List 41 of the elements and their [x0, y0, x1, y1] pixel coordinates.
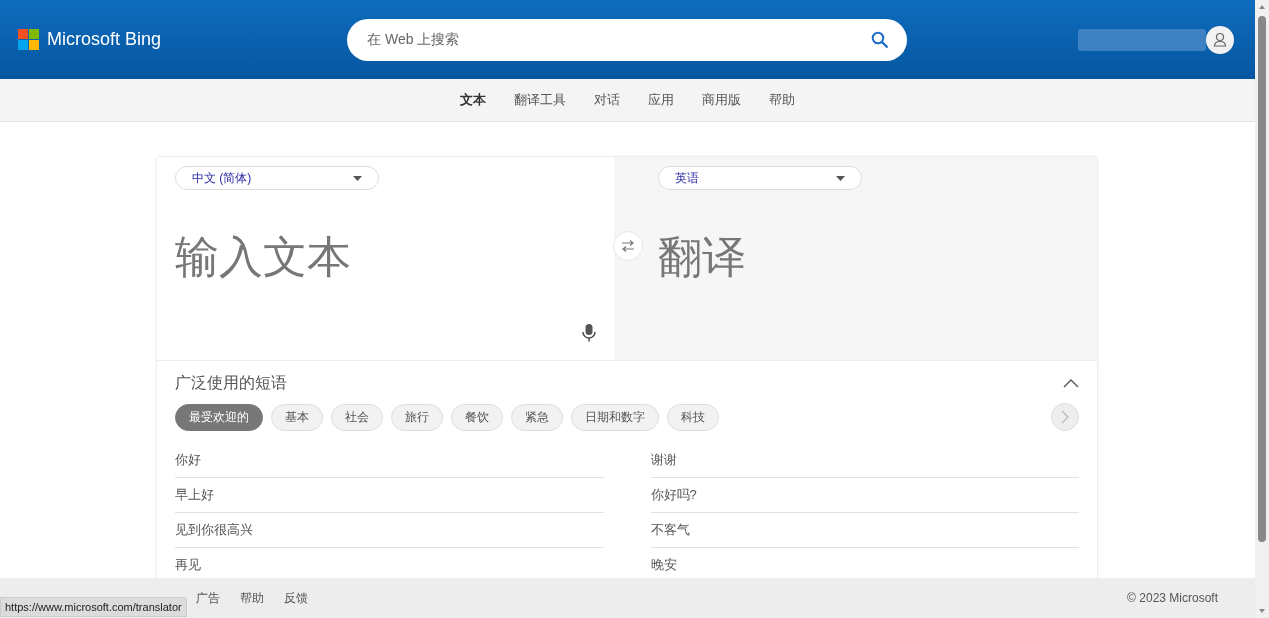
nav-tab[interactable]: 文本: [460, 90, 486, 110]
microphone-icon[interactable]: [582, 324, 596, 342]
category-chip[interactable]: 社会: [331, 403, 383, 431]
logo-icon: [18, 29, 39, 50]
category-chip[interactable]: 科技: [667, 403, 719, 431]
copyright-text: © 2023 Microsoft: [1127, 590, 1218, 607]
footer-link[interactable]: 帮助: [240, 589, 264, 607]
nav-tab[interactable]: 翻译工具: [514, 90, 566, 110]
category-chip[interactable]: 最受欢迎的: [175, 403, 263, 431]
footer-link[interactable]: 反馈: [284, 589, 308, 607]
phrase-link[interactable]: 不客气: [650, 513, 1079, 548]
language-dropdown[interactable]: 中文 (简体): [175, 166, 379, 190]
caret-icon: [353, 175, 362, 181]
language-dropdown[interactable]: 英语: [658, 166, 862, 190]
chevron-right-icon: [1061, 410, 1069, 424]
footer-link[interactable]: 广告: [196, 589, 220, 607]
category-chip[interactable]: 旅行: [391, 403, 443, 431]
phrase-link[interactable]: 谢谢: [650, 443, 1079, 478]
nav-tab[interactable]: 应用: [648, 90, 674, 110]
text-input[interactable]: 输入文本: [175, 224, 575, 290]
swap-icon: [621, 240, 635, 252]
section-title: 广泛使用的短语: [175, 373, 287, 393]
translation-output: 翻译: [658, 231, 747, 283]
search-icon[interactable]: [871, 30, 890, 49]
phrase-link[interactable]: 见到你很高兴: [175, 513, 604, 548]
phrase-link[interactable]: 你好: [175, 443, 604, 478]
search-bar[interactable]: 在 Web 上搜索: [347, 18, 908, 61]
category-chip[interactable]: 紧急: [511, 403, 563, 431]
category-chip[interactable]: 餐饮: [451, 403, 503, 431]
phrase-link[interactable]: 早上好: [175, 478, 604, 513]
brand-name[interactable]: Microsoft Bing: [47, 26, 162, 53]
scrollbar[interactable]: [1255, 0, 1269, 618]
nav-tab[interactable]: 商用版: [702, 90, 741, 110]
category-chip[interactable]: 基本: [271, 403, 323, 431]
nav-tab[interactable]: 帮助: [769, 90, 795, 110]
avatar-icon[interactable]: [1206, 25, 1234, 54]
category-chip[interactable]: 日期和数字: [571, 403, 659, 431]
status-url-tooltip: https://www.microsoft.com/translator: [0, 596, 187, 617]
nav-tab[interactable]: 对话: [594, 90, 620, 110]
phrase-link[interactable]: 你好吗?: [650, 478, 1079, 513]
caret-icon: [836, 175, 845, 181]
